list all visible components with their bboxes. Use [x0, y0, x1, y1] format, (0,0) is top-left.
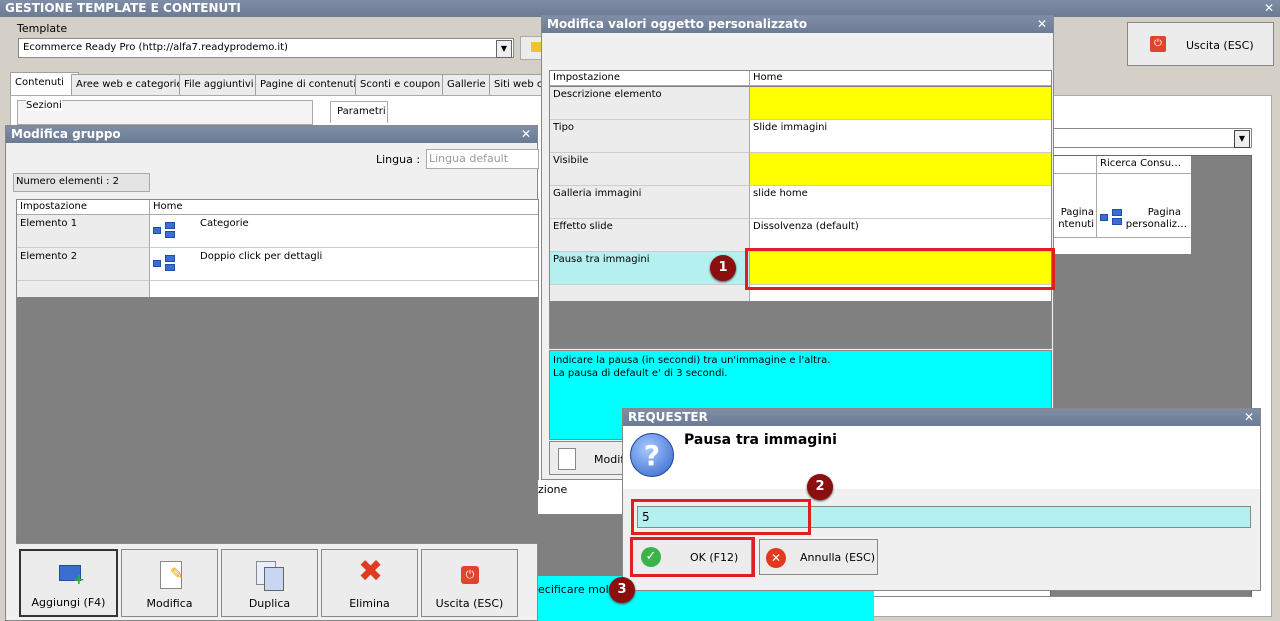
main-exit-button[interactable]: ⏻ Uscita (ESC) [1127, 22, 1274, 66]
hierarchy-icon [1100, 209, 1122, 225]
group-row-value-cell[interactable]: Categorie [150, 215, 538, 248]
edit-icon [558, 448, 576, 470]
duplicate-icon [264, 567, 284, 591]
edit-label: Modifica [146, 597, 193, 610]
object-row-name[interactable]: Visibile [550, 153, 750, 186]
object-row-name[interactable]: Descrizione elemento [550, 87, 750, 120]
object-modify-button[interactable]: Modifi [549, 441, 629, 475]
tab-file-aggiuntivi[interactable]: File aggiuntivi [179, 74, 263, 95]
object-row-blank [550, 285, 750, 301]
template-value: Ecommerce Ready Pro (http://alfa7.readyp… [23, 42, 288, 53]
main-close-icon[interactable]: ✕ [1264, 0, 1274, 17]
callout-box-3 [630, 537, 755, 577]
object-row-value[interactable]: slide home [750, 186, 1051, 219]
duplicate-button[interactable]: Duplica [221, 549, 318, 617]
callout-box-1 [745, 248, 1055, 290]
power-icon: ⏻ [461, 566, 479, 584]
requester-title: REQUESTER [628, 410, 708, 424]
right-cell-2: ntenuti [1058, 219, 1094, 230]
tab-parametri[interactable]: Parametri [330, 101, 388, 123]
pencil-icon: ✎ [170, 564, 184, 583]
group-title: Modifica gruppo [11, 127, 121, 141]
partial-label: zione [538, 483, 568, 496]
group-col-impostazione: Impostazione [17, 200, 150, 215]
hierarchy-icon [153, 255, 175, 271]
object-row-name[interactable]: Galleria immagini [550, 186, 750, 219]
requester-question: Pausa tra immagini [684, 432, 837, 448]
right-cell-4: personaliz… [1125, 219, 1187, 230]
exit-button[interactable]: ⏻ Uscita (ESC) [421, 549, 518, 617]
group-row-value: Doppio click per dettagli [200, 251, 323, 262]
tab-contenuti[interactable]: Contenuti [10, 72, 79, 95]
object-row-value[interactable] [750, 87, 1051, 120]
sezioni-group: Sezioni [17, 100, 313, 125]
step-badge-1: 1 [710, 255, 736, 281]
tab-aree-web[interactable]: Aree web e categorie [71, 74, 187, 95]
close-icon[interactable]: ✕ [1244, 409, 1254, 426]
add-label: Aggiungi (F4) [31, 596, 106, 609]
object-row-name[interactable]: Effetto slide [550, 219, 750, 252]
exit-label: Uscita (ESC) [435, 597, 504, 610]
group-row-value-cell[interactable]: Doppio click per dettagli [150, 248, 538, 281]
requester-title-bar: REQUESTER ✕ [623, 409, 1260, 426]
object-row-value[interactable]: Slide immagini [750, 120, 1051, 153]
cancel-button[interactable]: ✕ Annulla (ESC) [759, 539, 878, 575]
template-label: Template [17, 22, 68, 35]
plus-icon: + [73, 572, 85, 588]
power-icon: ⏻ [1150, 36, 1166, 52]
main-exit-label: Uscita (ESC) [1186, 39, 1254, 52]
callout-box-2 [631, 499, 811, 535]
lingua-input[interactable]: Lingua default [426, 149, 539, 169]
cancel-icon: ✕ [766, 548, 786, 568]
right-cell-3: Pagina [1147, 207, 1181, 218]
right-dropdown[interactable]: ▼ [1050, 128, 1252, 148]
right-cell-1: Pagina [1060, 207, 1094, 218]
template-select[interactable]: Ecommerce Ready Pro (http://alfa7.readyp… [18, 38, 514, 58]
main-title: GESTIONE TEMPLATE E CONTENUTI [5, 1, 241, 15]
group-window: Modifica gruppo ✕ Lingua : Lingua defaul… [5, 125, 539, 621]
duplicate-label: Duplica [248, 597, 291, 610]
sezioni-label: Sezioni [26, 100, 62, 111]
step-badge-2: 2 [807, 474, 833, 500]
close-icon[interactable]: ✕ [1037, 16, 1047, 33]
object-grid: Impostazione Home Descrizione elemento Ti… [549, 70, 1052, 349]
cancel-label: Annulla (ESC) [800, 551, 875, 564]
object-col-impostazione: Impostazione [550, 71, 750, 86]
group-row-name[interactable]: Elemento 2 [17, 248, 150, 281]
delete-x-icon: ✖ [358, 554, 384, 589]
edit-button[interactable]: ✎ Modifica [121, 549, 218, 617]
right-grid-header: Ricerca Consu… [1097, 156, 1191, 174]
element-count: Numero elementi : 2 [13, 173, 150, 192]
folder-button[interactable] [520, 36, 542, 60]
help-line-1: Indicare la pausa (in secondi) tra un'im… [553, 355, 831, 366]
help-line-2: La pausa di default e' di 3 secondi. [553, 368, 728, 379]
right-grid: Ricerca Consu… Pagina ntenuti Pagina per… [1051, 156, 1191, 254]
question-icon: ? [630, 433, 674, 477]
chevron-down-icon[interactable]: ▼ [496, 40, 512, 58]
folder-icon [531, 42, 541, 52]
chevron-down-icon[interactable]: ▼ [1234, 130, 1250, 148]
object-title-bar: Modifica valori oggetto personalizzato ✕ [542, 16, 1053, 33]
close-icon[interactable]: ✕ [521, 126, 531, 143]
delete-label: Elimina [349, 597, 390, 610]
group-grid: Impostazione Home Elemento 1 Categorie E… [16, 199, 539, 544]
group-row-name[interactable]: Elemento 1 [17, 215, 150, 248]
step-badge-3: 3 [609, 577, 635, 603]
tab-sconti-coupon[interactable]: Sconti e coupon [355, 74, 450, 95]
object-row-name[interactable]: Tipo [550, 120, 750, 153]
tab-pagine-contenuti[interactable]: Pagine di contenuti [255, 74, 363, 95]
hierarchy-icon [153, 222, 175, 238]
delete-button[interactable]: ✖ Elimina [321, 549, 418, 617]
group-title-bar: Modifica gruppo ✕ [6, 126, 537, 143]
main-tabs: Contenuti Aree web e categorie File aggi… [10, 72, 559, 96]
object-title: Modifica valori oggetto personalizzato [547, 17, 808, 31]
add-button[interactable]: + Aggiungi (F4) [19, 549, 118, 617]
lingua-label: Lingua : [376, 153, 421, 166]
group-row-value: Categorie [200, 218, 249, 229]
object-col-home: Home [750, 71, 1051, 86]
group-col-home: Home [150, 200, 538, 215]
object-row-value[interactable] [750, 153, 1051, 186]
